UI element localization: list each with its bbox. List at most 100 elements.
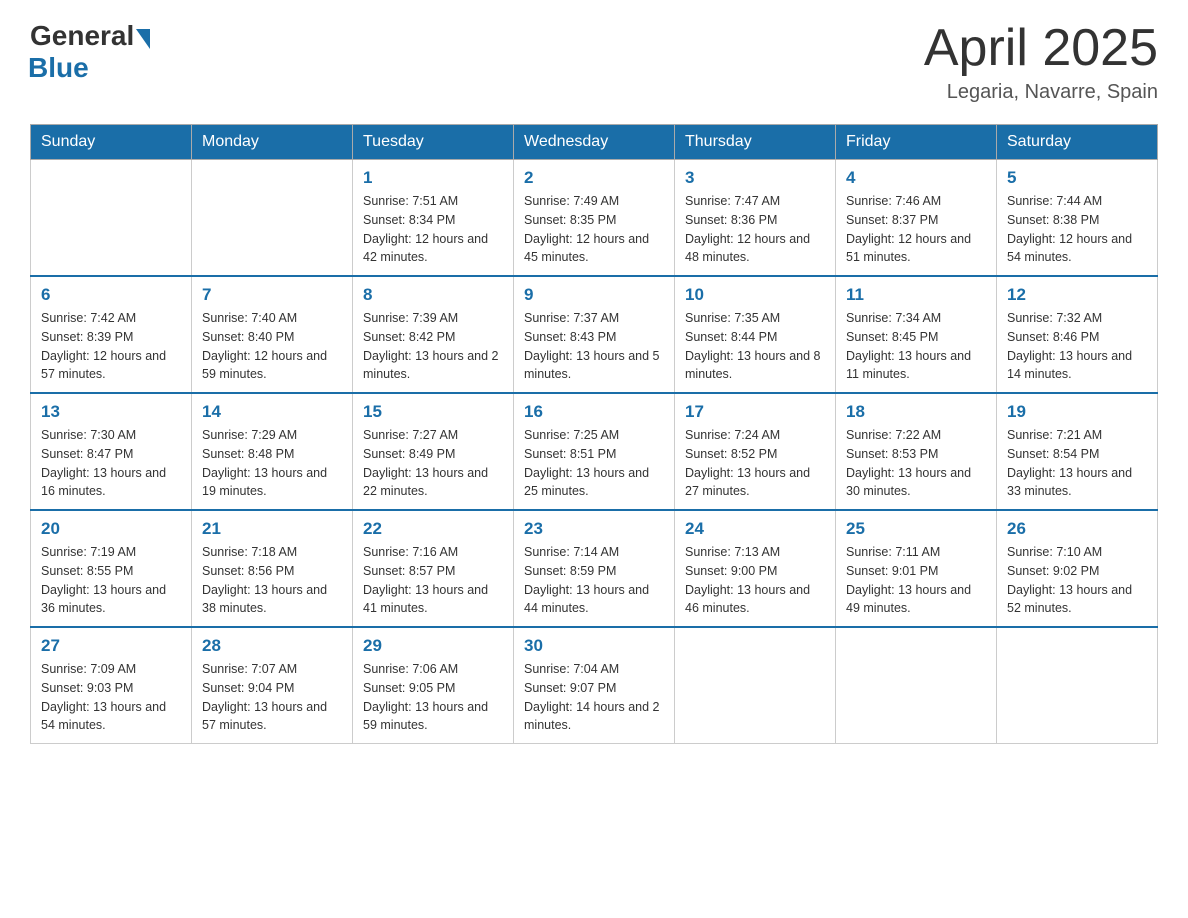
weekday-header-wednesday: Wednesday [514,125,675,160]
calendar-cell: 21 Sunrise: 7:18 AM Sunset: 8:56 PM Dayli… [192,510,353,627]
calendar-cell: 20 Sunrise: 7:19 AM Sunset: 8:55 PM Dayli… [31,510,192,627]
weekday-header-sunday: Sunday [31,125,192,160]
day-number: 1 [363,168,503,188]
day-info: Sunrise: 7:44 AM Sunset: 8:38 PM Dayligh… [1007,192,1147,267]
day-info: Sunrise: 7:10 AM Sunset: 9:02 PM Dayligh… [1007,543,1147,618]
day-info: Sunrise: 7:34 AM Sunset: 8:45 PM Dayligh… [846,309,986,384]
calendar-cell: 13 Sunrise: 7:30 AM Sunset: 8:47 PM Dayli… [31,393,192,510]
month-title: April 2025 [924,20,1158,77]
title-section: April 2025 Legaria, Navarre, Spain [924,20,1158,104]
day-info: Sunrise: 7:29 AM Sunset: 8:48 PM Dayligh… [202,426,342,501]
day-number: 6 [41,285,181,305]
calendar-cell: 2Sunrise: 7:49 AM Sunset: 8:35 PM Daylig… [514,160,675,277]
day-number: 17 [685,402,825,422]
day-info: Sunrise: 7:42 AM Sunset: 8:39 PM Dayligh… [41,309,181,384]
page-header: General Blue April 2025 Legaria, Navarre… [30,20,1158,104]
day-number: 12 [1007,285,1147,305]
weekday-header-tuesday: Tuesday [353,125,514,160]
day-info: Sunrise: 7:37 AM Sunset: 8:43 PM Dayligh… [524,309,664,384]
day-number: 15 [363,402,503,422]
calendar-cell: 10 Sunrise: 7:35 AM Sunset: 8:44 PM Dayli… [675,276,836,393]
day-number: 26 [1007,519,1147,539]
calendar-cell: 28 Sunrise: 7:07 AM Sunset: 9:04 PM Dayli… [192,627,353,744]
day-number: 3 [685,168,825,188]
calendar-cell: 15 Sunrise: 7:27 AM Sunset: 8:49 PM Dayli… [353,393,514,510]
day-info: Sunrise: 7:30 AM Sunset: 8:47 PM Dayligh… [41,426,181,501]
day-info: Sunrise: 7:27 AM Sunset: 8:49 PM Dayligh… [363,426,503,501]
day-number: 14 [202,402,342,422]
day-info: Sunrise: 7:32 AM Sunset: 8:46 PM Dayligh… [1007,309,1147,384]
day-info: Sunrise: 7:06 AM Sunset: 9:05 PM Dayligh… [363,660,503,735]
calendar-cell: 27Sunrise: 7:09 AM Sunset: 9:03 PM Dayli… [31,627,192,744]
day-number: 18 [846,402,986,422]
day-info: Sunrise: 7:22 AM Sunset: 8:53 PM Dayligh… [846,426,986,501]
day-number: 13 [41,402,181,422]
weekday-header-monday: Monday [192,125,353,160]
day-number: 2 [524,168,664,188]
calendar-cell [192,160,353,277]
day-info: Sunrise: 7:07 AM Sunset: 9:04 PM Dayligh… [202,660,342,735]
day-info: Sunrise: 7:04 AM Sunset: 9:07 PM Dayligh… [524,660,664,735]
day-number: 27 [41,636,181,656]
weekday-header-thursday: Thursday [675,125,836,160]
calendar-cell: 30 Sunrise: 7:04 AM Sunset: 9:07 PM Dayli… [514,627,675,744]
logo-general-text: General [30,20,134,52]
calendar-cell: 25Sunrise: 7:11 AM Sunset: 9:01 PM Dayli… [836,510,997,627]
day-number: 11 [846,285,986,305]
calendar-cell: 18 Sunrise: 7:22 AM Sunset: 8:53 PM Dayli… [836,393,997,510]
day-number: 21 [202,519,342,539]
calendar-cell: 14 Sunrise: 7:29 AM Sunset: 8:48 PM Dayli… [192,393,353,510]
day-number: 22 [363,519,503,539]
calendar-cell [997,627,1158,744]
day-info: Sunrise: 7:18 AM Sunset: 8:56 PM Dayligh… [202,543,342,618]
day-info: Sunrise: 7:19 AM Sunset: 8:55 PM Dayligh… [41,543,181,618]
day-number: 25 [846,519,986,539]
day-info: Sunrise: 7:21 AM Sunset: 8:54 PM Dayligh… [1007,426,1147,501]
logo-blue-text: Blue [28,52,89,84]
day-info: Sunrise: 7:24 AM Sunset: 8:52 PM Dayligh… [685,426,825,501]
day-number: 5 [1007,168,1147,188]
calendar-table: SundayMondayTuesdayWednesdayThursdayFrid… [30,124,1158,744]
logo-triangle-icon [136,29,150,49]
day-info: Sunrise: 7:13 AM Sunset: 9:00 PM Dayligh… [685,543,825,618]
day-info: Sunrise: 7:14 AM Sunset: 8:59 PM Dayligh… [524,543,664,618]
day-number: 16 [524,402,664,422]
calendar-cell: 3 Sunrise: 7:47 AM Sunset: 8:36 PM Daylig… [675,160,836,277]
calendar-cell: 7Sunrise: 7:40 AM Sunset: 8:40 PM Daylig… [192,276,353,393]
calendar-cell: 6 Sunrise: 7:42 AM Sunset: 8:39 PM Daylig… [31,276,192,393]
day-info: Sunrise: 7:16 AM Sunset: 8:57 PM Dayligh… [363,543,503,618]
day-number: 10 [685,285,825,305]
logo: General Blue [30,20,150,84]
day-info: Sunrise: 7:40 AM Sunset: 8:40 PM Dayligh… [202,309,342,384]
day-info: Sunrise: 7:46 AM Sunset: 8:37 PM Dayligh… [846,192,986,267]
weekday-header-saturday: Saturday [997,125,1158,160]
calendar-cell [31,160,192,277]
calendar-cell: 22 Sunrise: 7:16 AM Sunset: 8:57 PM Dayli… [353,510,514,627]
day-info: Sunrise: 7:35 AM Sunset: 8:44 PM Dayligh… [685,309,825,384]
calendar-cell: 5 Sunrise: 7:44 AM Sunset: 8:38 PM Daylig… [997,160,1158,277]
day-number: 19 [1007,402,1147,422]
day-number: 23 [524,519,664,539]
day-info: Sunrise: 7:25 AM Sunset: 8:51 PM Dayligh… [524,426,664,501]
calendar-cell: 9 Sunrise: 7:37 AM Sunset: 8:43 PM Daylig… [514,276,675,393]
day-number: 20 [41,519,181,539]
day-info: Sunrise: 7:51 AM Sunset: 8:34 PM Dayligh… [363,192,503,267]
day-number: 4 [846,168,986,188]
calendar-cell: 24 Sunrise: 7:13 AM Sunset: 9:00 PM Dayli… [675,510,836,627]
day-number: 24 [685,519,825,539]
day-info: Sunrise: 7:47 AM Sunset: 8:36 PM Dayligh… [685,192,825,267]
weekday-header-friday: Friday [836,125,997,160]
calendar-cell: 16 Sunrise: 7:25 AM Sunset: 8:51 PM Dayli… [514,393,675,510]
calendar-cell: 4 Sunrise: 7:46 AM Sunset: 8:37 PM Daylig… [836,160,997,277]
day-number: 9 [524,285,664,305]
calendar-cell: 17 Sunrise: 7:24 AM Sunset: 8:52 PM Dayli… [675,393,836,510]
calendar-cell [675,627,836,744]
day-number: 30 [524,636,664,656]
calendar-cell [836,627,997,744]
day-number: 28 [202,636,342,656]
calendar-cell: 8Sunrise: 7:39 AM Sunset: 8:42 PM Daylig… [353,276,514,393]
location-text: Legaria, Navarre, Spain [924,81,1158,104]
calendar-cell: 1 Sunrise: 7:51 AM Sunset: 8:34 PM Daylig… [353,160,514,277]
calendar-cell: 11 Sunrise: 7:34 AM Sunset: 8:45 PM Dayli… [836,276,997,393]
calendar-cell: 29Sunrise: 7:06 AM Sunset: 9:05 PM Dayli… [353,627,514,744]
